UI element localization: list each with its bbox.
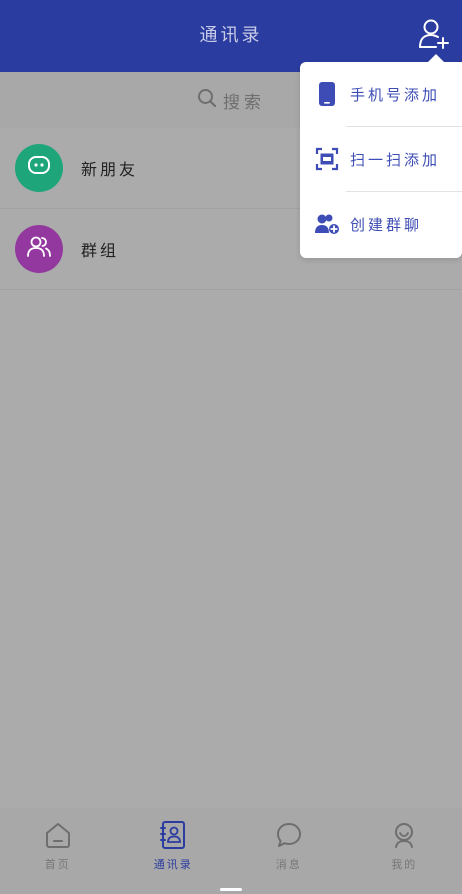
- create-group-icon: [314, 211, 340, 237]
- groups-avatar: [15, 225, 63, 273]
- tab-label: 消息: [275, 858, 302, 871]
- tab-messages[interactable]: 消息: [231, 808, 347, 894]
- search-placeholder: 搜索: [223, 92, 265, 113]
- list-item-label: 群组: [81, 241, 120, 260]
- list-divider: [0, 289, 462, 290]
- message-icon: [274, 820, 304, 850]
- tab-profile[interactable]: 我的: [347, 808, 462, 894]
- group-icon: [25, 233, 53, 265]
- list-item-label: 新朋友: [81, 160, 139, 179]
- contacts-book-icon: [158, 820, 188, 850]
- menu-item-label: 手机号添加: [350, 85, 441, 104]
- add-contact-button[interactable]: [412, 14, 456, 58]
- profile-icon: [389, 820, 419, 850]
- tab-label: 通讯录: [153, 858, 193, 871]
- menu-item-add-by-phone[interactable]: 手机号添加: [300, 62, 462, 126]
- scan-icon: [314, 146, 340, 172]
- menu-item-create-group[interactable]: 创建群聊: [300, 192, 462, 256]
- add-contact-icon: [417, 17, 451, 55]
- search-icon: [197, 88, 217, 112]
- add-menu-popup: 手机号添加 扫一扫添加 创建群聊: [300, 54, 462, 258]
- new-friends-avatar: [15, 144, 63, 192]
- tab-home[interactable]: 首页: [0, 808, 116, 894]
- menu-item-scan-add[interactable]: 扫一扫添加: [300, 127, 462, 191]
- phone-icon: [314, 81, 340, 107]
- chat-bubble-icon: [26, 153, 52, 183]
- menu-item-label: 创建群聊: [350, 215, 423, 234]
- menu-item-label: 扫一扫添加: [350, 150, 441, 169]
- tab-label: 首页: [44, 858, 71, 871]
- home-icon: [43, 820, 73, 850]
- home-indicator: [220, 888, 242, 891]
- bottom-tab-bar: 首页 通讯录 消息 我的: [0, 808, 462, 894]
- tab-label: 我的: [391, 858, 418, 871]
- tab-contacts[interactable]: 通讯录: [116, 808, 232, 894]
